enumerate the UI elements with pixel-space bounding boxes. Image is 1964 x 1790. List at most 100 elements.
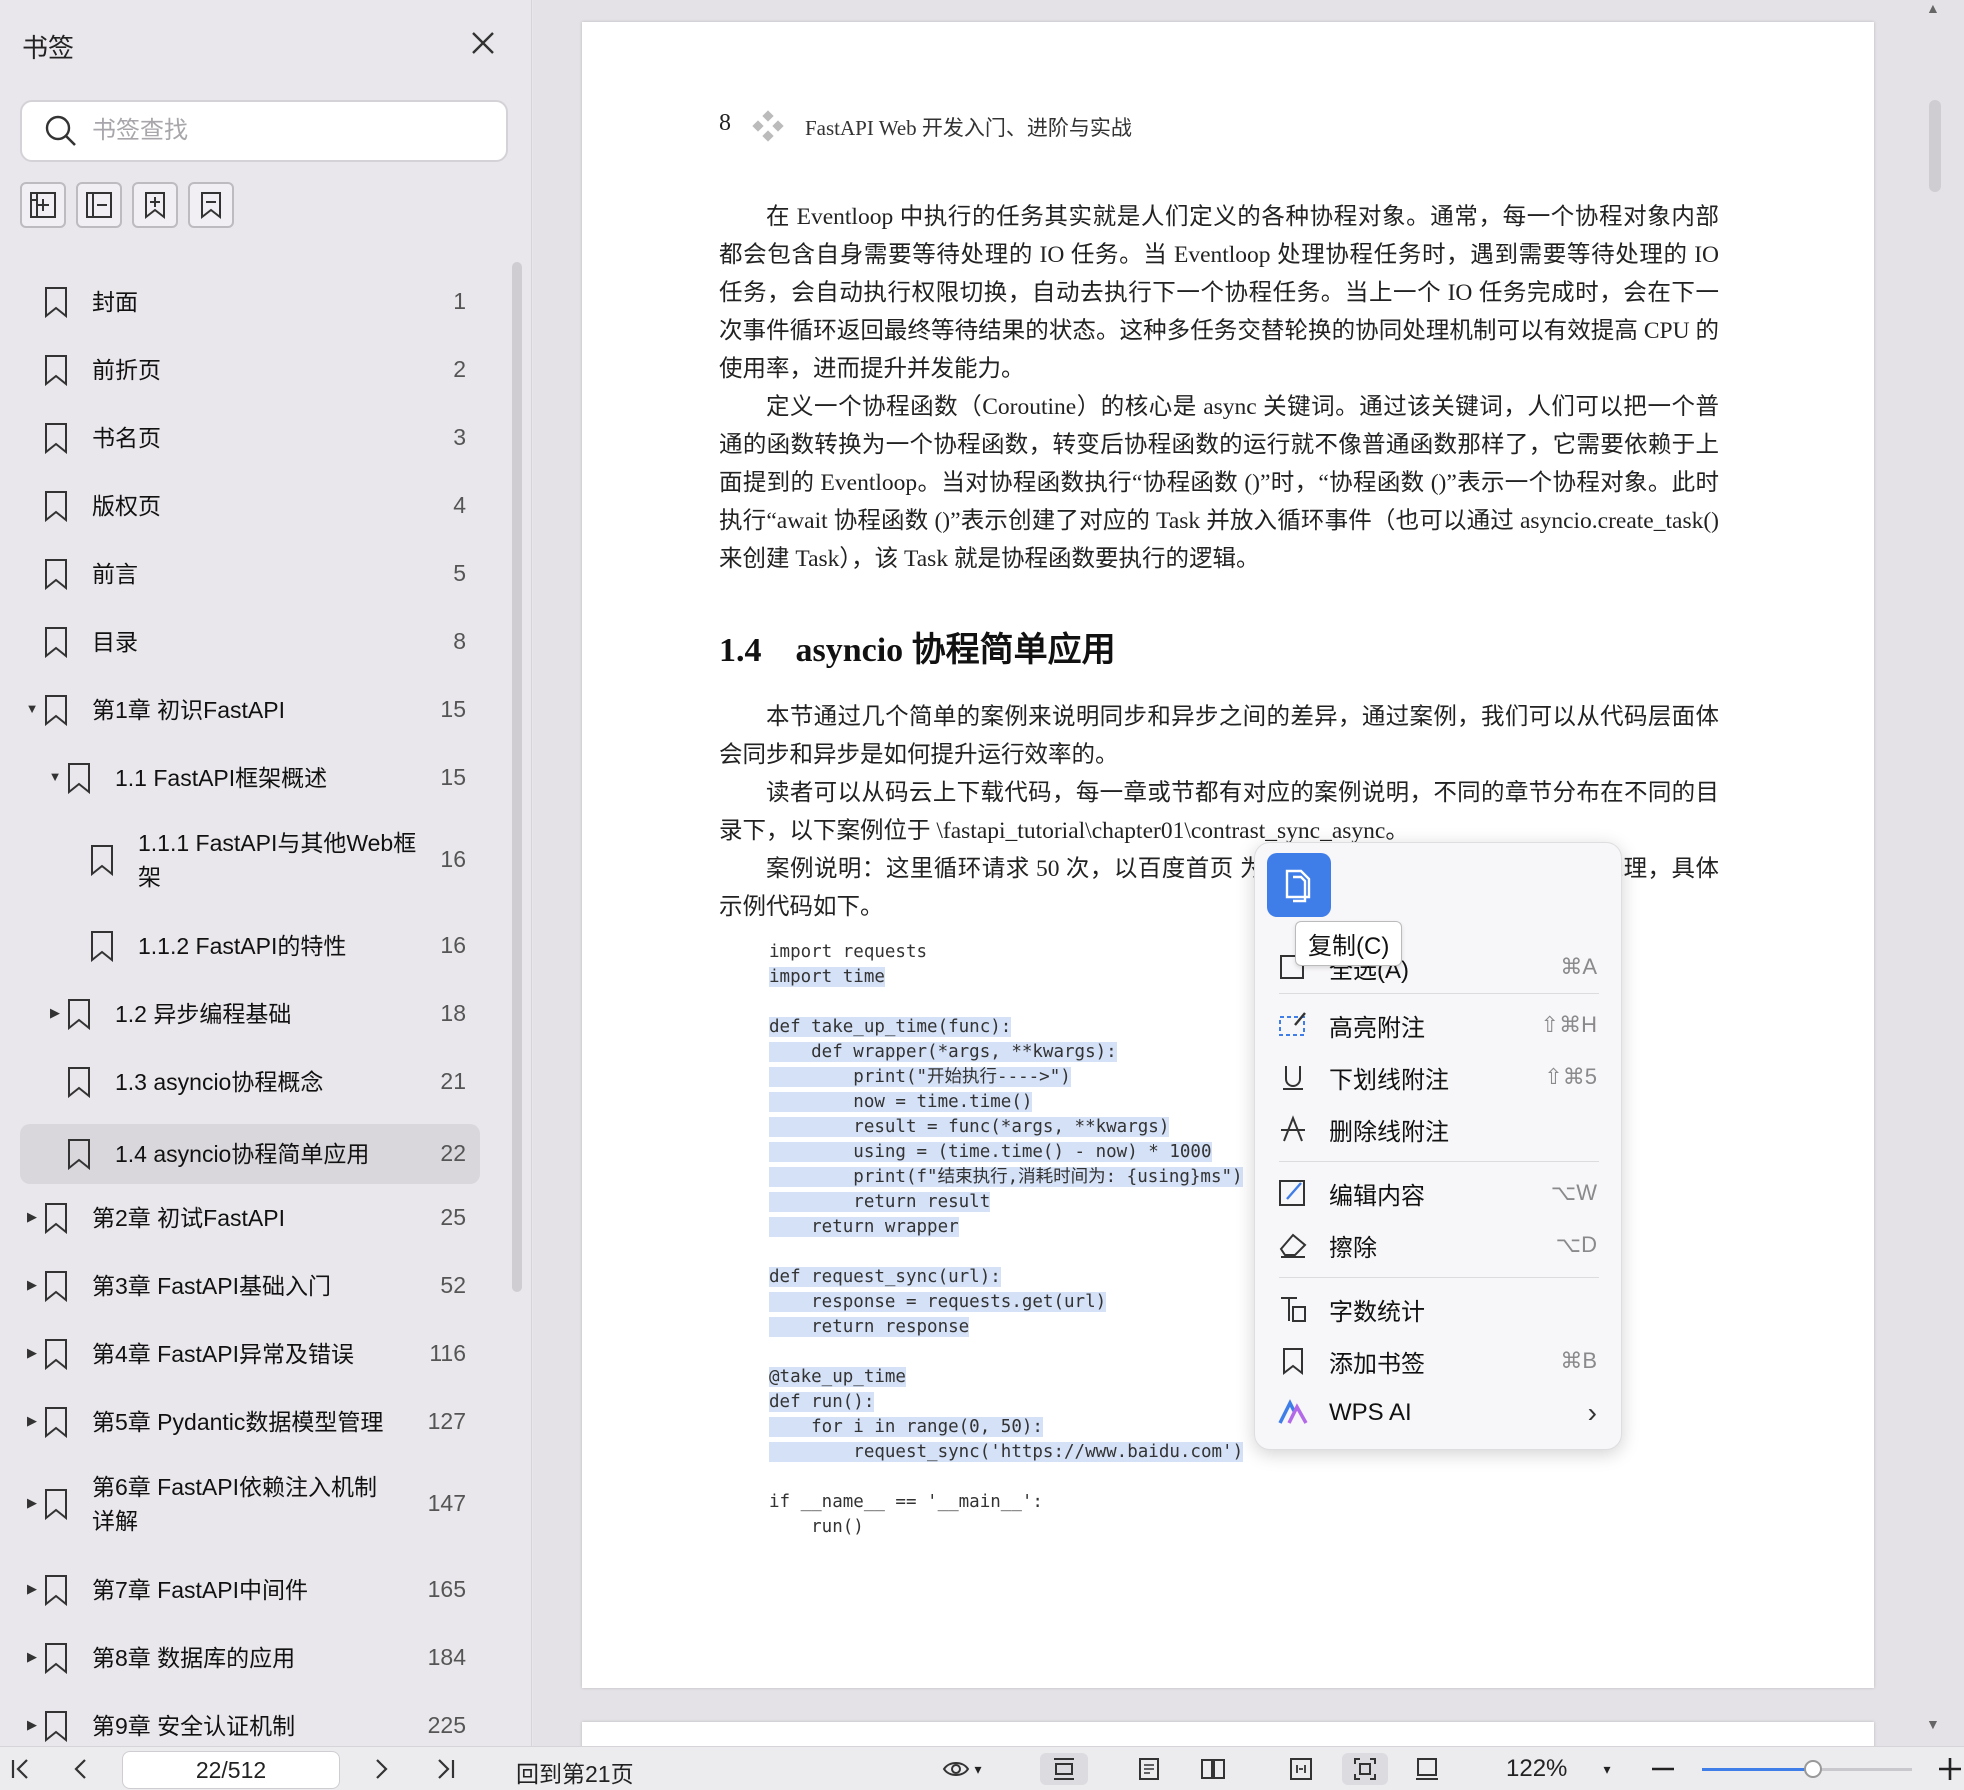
zoom-slider-fill	[1702, 1768, 1814, 1771]
expand-all-button[interactable]	[20, 182, 66, 228]
scroll-down-arrow-icon[interactable]: ▼	[1926, 1716, 1940, 1732]
menu-item-add-bookmark[interactable]: 添加书签 ⌘B	[1255, 1337, 1621, 1385]
bookmark-item[interactable]: 1.3 asyncio协程概念 21	[20, 1056, 480, 1108]
code-line: print(f"结束执行,消耗时间为: {using}ms")	[769, 1165, 1243, 1190]
menu-item-edit-content[interactable]: 编辑内容 ⌥W	[1255, 1169, 1621, 1217]
bookmark-label: 前言	[92, 561, 138, 587]
section-heading[interactable]: 1.4 asyncio 协程简单应用	[719, 622, 1116, 671]
code-line-text: def wrapper(*args, **kwargs):	[769, 1042, 1117, 1062]
zoom-slider-handle[interactable]	[1804, 1760, 1823, 1778]
reading-mode-button[interactable]: ▾	[932, 1753, 992, 1785]
paragraph[interactable]: 读者可以从码云上下载代码，每一章或节都有对应的案例说明，不同的章节分布在不同的目…	[719, 774, 1719, 850]
bookmark-item[interactable]: ▶ 1.2 异步编程基础 18	[20, 988, 480, 1040]
code-block[interactable]: import requests import time def take_up_ti…	[769, 940, 1244, 1540]
fit-width-button[interactable]	[1278, 1753, 1324, 1785]
bookmark-search-box[interactable]	[20, 100, 508, 162]
bookmark-item[interactable]: 前言 5	[20, 548, 480, 600]
paragraph[interactable]: 定义一个协程函数（Coroutine）的核心是 async 关键词。通过该关键词…	[719, 388, 1719, 578]
page-layout-icon	[1416, 1758, 1438, 1780]
sidebar-title: 书签	[22, 33, 75, 63]
bookmark-item[interactable]: ▶ 第3章 FastAPI基础入门 52	[20, 1260, 480, 1312]
bookmark-item[interactable]: ▼ 第1章 初识FastAPI 15	[20, 684, 480, 736]
code-line: now = time.time()	[769, 1090, 1243, 1115]
bookmark-item[interactable]: 版权页 4	[20, 480, 480, 532]
expand-arrow-icon[interactable]: ▶	[47, 1005, 63, 1021]
zoom-in-button[interactable]	[1936, 1753, 1964, 1785]
prev-page-button[interactable]	[66, 1753, 96, 1785]
menu-item-wps-ai[interactable]: WPS AI ›	[1255, 1389, 1621, 1437]
menu-item-strikethrough[interactable]: 删除线附注	[1255, 1105, 1621, 1153]
expand-arrow-icon[interactable]: ▶	[24, 1649, 40, 1665]
expand-arrow-icon[interactable]: ▶	[24, 1495, 40, 1511]
chevron-right-icon: ›	[1587, 1397, 1597, 1428]
scroll-up-arrow-icon[interactable]: ▲	[1926, 0, 1940, 16]
bookmark-label: 第3章 FastAPI基础入门	[92, 1273, 331, 1299]
expand-arrow-icon[interactable]: ▶	[24, 1209, 40, 1225]
expand-arrow-icon[interactable]: ▶	[24, 1413, 40, 1429]
bookmark-search-input[interactable]	[92, 117, 472, 145]
two-page-button[interactable]	[1190, 1753, 1236, 1785]
code-line-text: @take_up_time	[769, 1367, 906, 1387]
bookmark-label: 1.1 FastAPI框架概述	[115, 765, 328, 791]
copy-button[interactable]	[1267, 853, 1331, 917]
bookmark-item[interactable]: 封面 1	[20, 276, 480, 328]
expand-arrow-icon[interactable]: ▶	[24, 1277, 40, 1293]
bookmark-item[interactable]: ▶ 第7章 FastAPI中间件 165	[20, 1564, 480, 1616]
bookmark-label: 版权页	[92, 493, 161, 519]
rotate-page-button[interactable]	[1404, 1753, 1450, 1785]
collapse-arrow-icon[interactable]: ▼	[24, 701, 40, 716]
zoom-out-button[interactable]	[1648, 1753, 1678, 1785]
collapse-arrow-icon[interactable]: ▼	[47, 769, 63, 784]
bookmark-item[interactable]: 目录 8	[20, 616, 480, 668]
bookmark-item[interactable]: ▼ 1.1 FastAPI框架概述 15	[20, 752, 480, 804]
bookmark-item[interactable]: ▶ 第9章 安全认证机制 225	[20, 1700, 480, 1752]
close-icon[interactable]	[468, 28, 498, 58]
code-line: def request_sync(url):	[769, 1265, 1243, 1290]
bookmark-item[interactable]: 1.4 asyncio协程简单应用 22	[20, 1124, 480, 1184]
menu-item-highlight[interactable]: 高亮附注 ⇧⌘H	[1255, 1001, 1621, 1049]
menu-item-shortcut: ⌘B	[1560, 1348, 1597, 1373]
next-page-button[interactable]	[366, 1753, 396, 1785]
remove-bookmark-button[interactable]	[188, 182, 234, 228]
bookmark-page-number: 16	[440, 932, 466, 958]
last-page-button[interactable]	[430, 1753, 460, 1785]
document-page[interactable]: 8 FastAPI Web 开发入门、进阶与实战 在 Eventloop 中执行…	[582, 22, 1874, 1688]
paragraph[interactable]: 本节通过几个简单的案例来说明同步和异步之间的差异，通过案例，我们可以从代码层面体…	[719, 698, 1719, 774]
bookmark-item[interactable]: 前折页 2	[20, 344, 480, 396]
menu-item-underline[interactable]: 下划线附注 ⇧⌘5	[1255, 1053, 1621, 1101]
bookmark-item[interactable]: ▶ 第6章 FastAPI依赖注入机制 详解 147	[20, 1464, 480, 1544]
first-page-button[interactable]	[6, 1753, 36, 1785]
zoom-dropdown-button[interactable]: ▾	[1596, 1753, 1618, 1785]
document-scrollbar[interactable]	[1929, 100, 1941, 192]
bookmark-item[interactable]: 1.1.2 FastAPI的特性 16	[20, 920, 480, 972]
bookmark-item[interactable]: ▶ 第8章 数据库的应用 184	[20, 1632, 480, 1684]
zoom-level[interactable]: 122%	[1506, 1755, 1567, 1783]
back-to-previous-page-link[interactable]: 回到第21页	[516, 1755, 634, 1789]
expand-arrow-icon[interactable]: ▶	[24, 1345, 40, 1361]
bookmark-item[interactable]: ▶ 第5章 Pydantic数据模型管理 127	[20, 1396, 480, 1448]
menu-item-label: 字数统计	[1329, 1298, 1425, 1326]
bookmark-item[interactable]: ▶ 第4章 FastAPI异常及错误 116	[20, 1328, 480, 1380]
menu-item-word-count[interactable]: 字数统计	[1255, 1285, 1621, 1333]
bookmark-label: 第8章 数据库的应用	[92, 1645, 296, 1671]
zoom-slider[interactable]	[1702, 1760, 1912, 1778]
bookmark-item[interactable]: ▶ 第2章 初试FastAPI 25	[20, 1192, 480, 1244]
bookmark-item[interactable]: 1.1.1 FastAPI与其他Web框架 16	[20, 820, 480, 900]
bookmark-label: 第6章 FastAPI依赖注入机制	[92, 1474, 377, 1500]
bookmark-item[interactable]: 书名页 3	[20, 412, 480, 464]
sidebar-scrollbar[interactable]	[512, 262, 522, 1292]
menu-item-erase[interactable]: 擦除 ⌥D	[1255, 1221, 1621, 1269]
continuous-view-button[interactable]	[1040, 1753, 1088, 1785]
code-line-text: import time	[769, 967, 885, 987]
page-number-input[interactable]	[122, 1751, 340, 1789]
paragraph[interactable]: 在 Eventloop 中执行的任务其实就是人们定义的各种协程对象。通常，每一个…	[719, 198, 1719, 388]
add-bookmark-button[interactable]	[132, 182, 178, 228]
single-page-button[interactable]	[1126, 1753, 1172, 1785]
expand-arrow-icon[interactable]: ▶	[24, 1717, 40, 1733]
fit-width-icon	[1290, 1758, 1312, 1780]
bookmark-icon	[45, 1489, 67, 1520]
collapse-all-button[interactable]	[76, 182, 122, 228]
expand-arrow-icon[interactable]: ▶	[24, 1581, 40, 1597]
fit-page-button[interactable]	[1342, 1753, 1388, 1785]
